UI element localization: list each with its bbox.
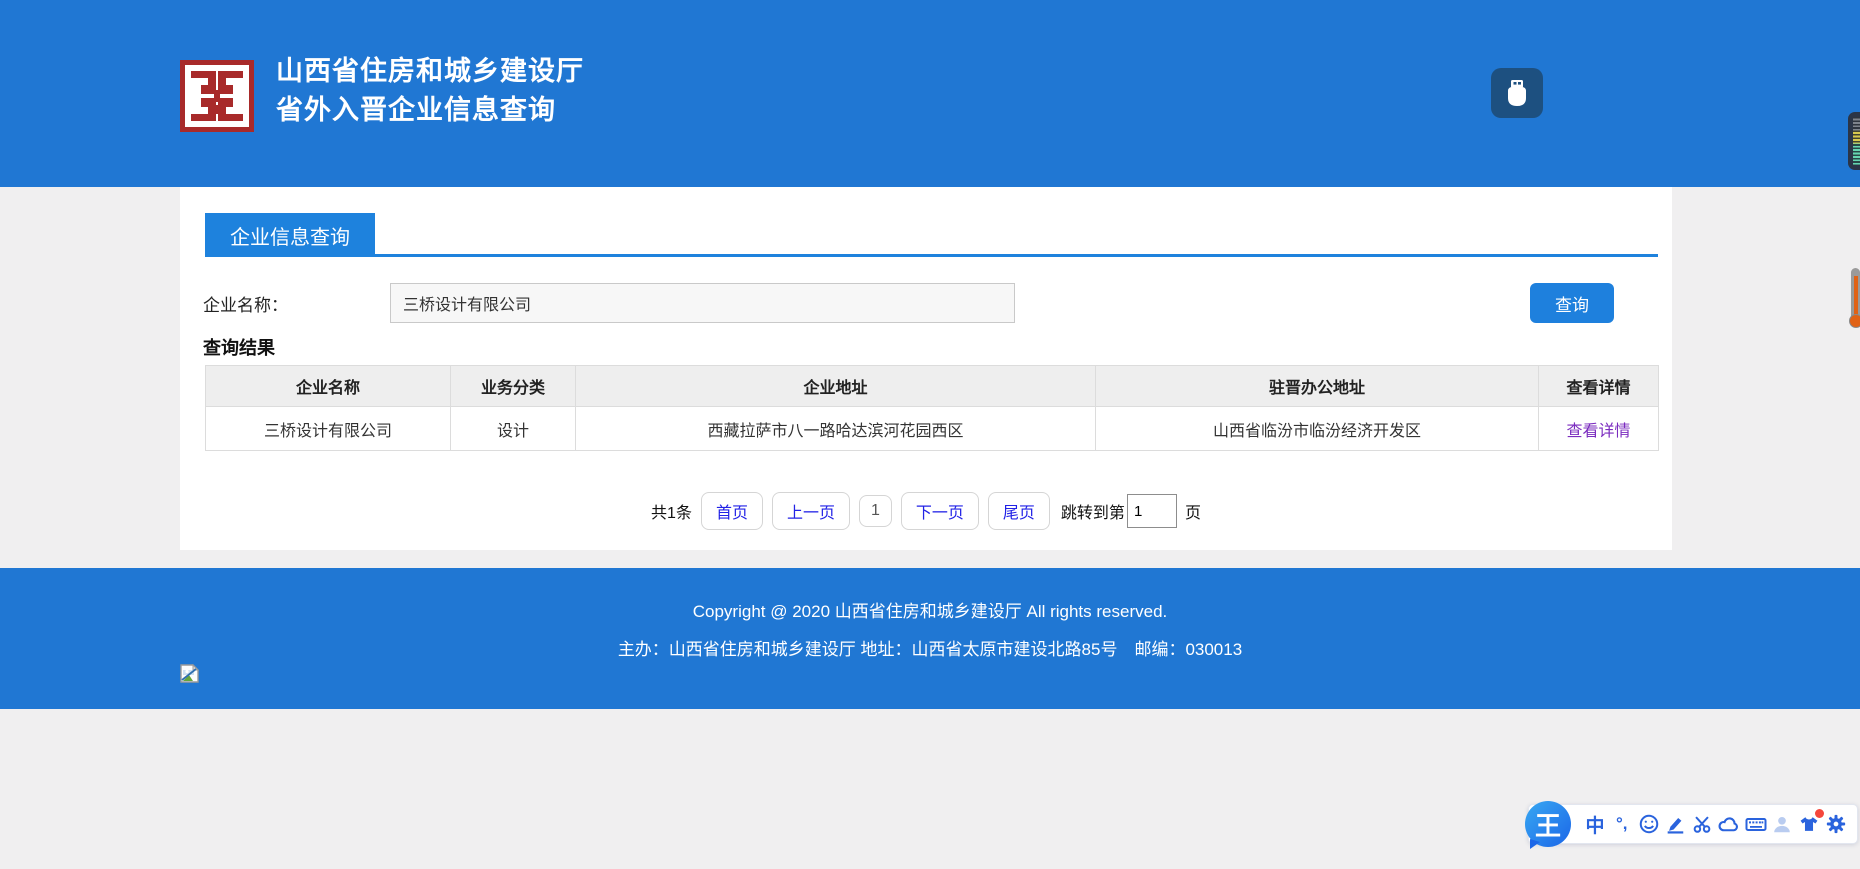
handwriting-icon[interactable]	[1663, 812, 1687, 836]
view-details-link[interactable]: 查看详情	[1566, 423, 1630, 440]
site-header: 山西省住房和城乡建设厅 省外入晋企业信息查询	[0, 0, 1860, 187]
cloud-sync-icon[interactable]	[1717, 812, 1741, 836]
tab-bar: 企业信息查询	[205, 213, 1658, 257]
site-title-line1: 山西省住房和城乡建设厅	[276, 52, 584, 91]
ime-logo-button[interactable]: 王	[1525, 801, 1571, 847]
notification-dot	[1815, 809, 1824, 818]
ime-logo-glyph: 王	[1535, 806, 1561, 843]
emoji-icon[interactable]	[1637, 812, 1661, 836]
broken-image-icon	[180, 664, 200, 683]
punctuation-glyph: °,	[1616, 814, 1628, 834]
account-icon[interactable]	[1770, 812, 1794, 836]
content-card: 企业信息查询 企业名称： 查询 查询结果 企业名称 业务分类 企业地址 驻晋办公…	[180, 187, 1672, 550]
table-row: 三桥设计有限公司 设计 西藏拉萨市八一路哈达滨河花园西区 山西省临汾市临汾经济开…	[206, 407, 1659, 451]
current-page-indicator: 1	[859, 495, 892, 527]
site-footer: Copyright @ 2020 山西省住房和城乡建设厅 All rights …	[0, 568, 1860, 709]
first-page-button[interactable]: 首页	[701, 492, 763, 530]
jump-prefix-label: 跳转到第	[1061, 499, 1125, 523]
pagination: 共1条 首页 上一页 1 下一页 尾页 跳转到第 页	[180, 492, 1672, 530]
total-count-label: 共1条	[651, 499, 692, 523]
jump-page-input[interactable]	[1127, 494, 1177, 528]
thermometer-bulb-icon	[1849, 314, 1860, 328]
seal-icon	[180, 60, 254, 132]
results-heading: 查询结果	[203, 334, 275, 360]
col-company-address: 企业地址	[576, 366, 1096, 407]
screenshot-scissors-icon[interactable]	[1690, 812, 1714, 836]
table-header-row: 企业名称 业务分类 企业地址 驻晋办公地址 查看详情	[206, 366, 1659, 407]
copyright-text: Copyright @ 2020 山西省住房和城乡建设厅 All rights …	[0, 568, 1860, 622]
col-office-address: 驻晋办公地址	[1096, 366, 1539, 407]
cell-business-category: 设计	[451, 407, 576, 451]
department-seal-logo	[180, 60, 254, 132]
cell-company-address: 西藏拉萨市八一路哈达滨河花园西区	[576, 407, 1096, 451]
scroll-gauge-widget[interactable]	[1848, 112, 1860, 170]
gauge-strips-icon	[1853, 117, 1860, 165]
results-table: 企业名称 业务分类 企业地址 驻晋办公地址 查看详情 三桥设计有限公司 设计 西…	[205, 365, 1659, 451]
plug-icon	[1502, 77, 1532, 109]
cell-company-name: 三桥设计有限公司	[206, 407, 451, 451]
jump-suffix-label: 页	[1185, 499, 1201, 523]
site-title-line2: 省外入晋企业信息查询	[276, 91, 584, 130]
organizer-address-text: 主办：山西省住房和城乡建设厅 地址：山西省太原市建设北路85号 邮编：03001…	[0, 635, 1860, 660]
last-page-button[interactable]: 尾页	[988, 492, 1050, 530]
tab-enterprise-query[interactable]: 企业信息查询	[205, 213, 375, 257]
skin-theme-icon[interactable]	[1797, 812, 1821, 836]
query-button[interactable]: 查询	[1530, 283, 1614, 323]
cell-view-details: 查看详情	[1539, 407, 1659, 451]
site-title: 山西省住房和城乡建设厅 省外入晋企业信息查询	[276, 52, 584, 130]
company-name-input[interactable]	[390, 283, 1015, 323]
plugin-button[interactable]	[1491, 68, 1543, 118]
settings-gear-icon[interactable]	[1824, 812, 1848, 836]
tab-label: 企业信息查询	[230, 221, 350, 250]
company-name-label: 企业名称：	[203, 283, 288, 323]
chinese-mode-icon[interactable]: 中	[1583, 812, 1607, 836]
thermometer-widget[interactable]	[1849, 268, 1860, 332]
virtual-keyboard-icon[interactable]	[1744, 812, 1768, 836]
punctuation-mode-icon[interactable]: °,	[1610, 812, 1634, 836]
next-page-button[interactable]: 下一页	[901, 492, 979, 530]
chinese-mode-glyph: 中	[1585, 811, 1604, 838]
col-view-details: 查看详情	[1539, 366, 1659, 407]
col-business-category: 业务分类	[451, 366, 576, 407]
ime-toolbar: 王 中 °,	[1528, 804, 1858, 844]
col-company-name: 企业名称	[206, 366, 451, 407]
prev-page-button[interactable]: 上一页	[772, 492, 850, 530]
cell-office-address: 山西省临汾市临汾经济开发区	[1096, 407, 1539, 451]
